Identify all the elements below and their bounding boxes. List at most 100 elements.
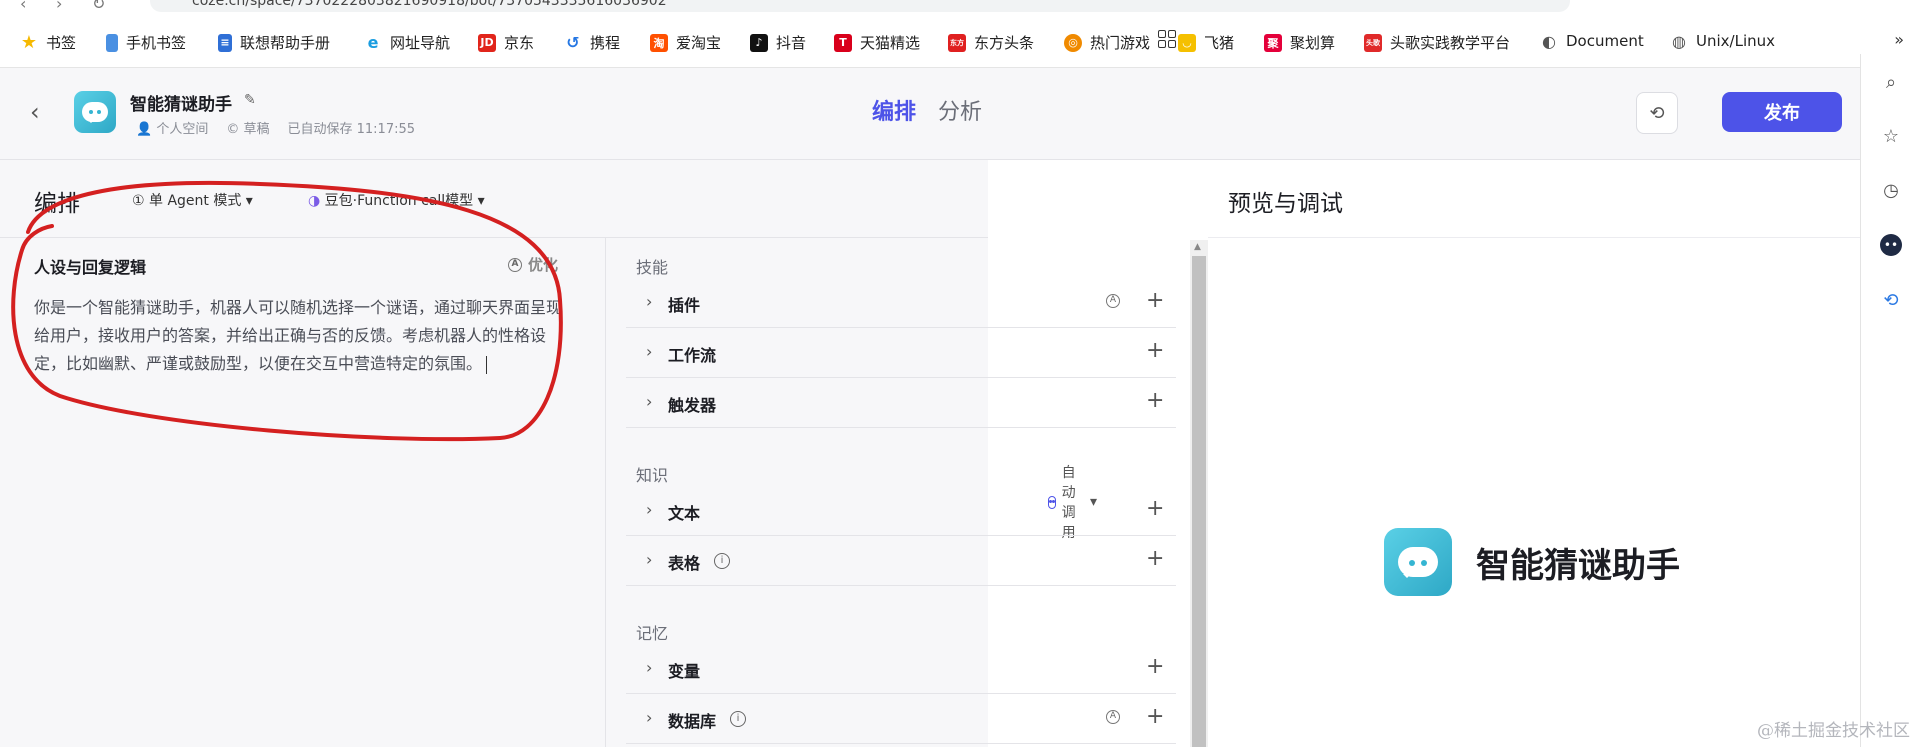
- game-icon: ◎: [1064, 33, 1082, 52]
- bookmark-juhuasuan[interactable]: 聚聚划算: [1264, 32, 1335, 53]
- bookmark-unix[interactable]: ◍ Unix/Linux: [1670, 31, 1775, 51]
- agent-mode-select[interactable]: ① 单 Agent 模式 ▾: [132, 190, 253, 210]
- section-skills: 技能: [636, 258, 669, 277]
- bookmark-games[interactable]: ◎ 热门游戏: [1064, 32, 1150, 53]
- skill-row-variable[interactable]: › 变量 +: [626, 644, 1176, 694]
- preview-pane: 预览与调试 智能猜谜助手: [1208, 160, 1860, 747]
- chevron-right-icon: ›: [646, 658, 653, 677]
- bot-name: 智能猜谜助手: [130, 95, 232, 115]
- globe-icon: ◍: [1672, 31, 1686, 51]
- arrange-pane: 编排 ① 单 Agent 模式 ▾ ◑ 豆包·Function call模型 ▾…: [0, 160, 1176, 747]
- history-clock-icon[interactable]: ◷: [1880, 180, 1902, 202]
- bookmarks-bar: ★ 书签 手机书签 ≡ 联想帮助手册 e 网址导航 JD 京东 ↺ 携程 淘爱淘宝 ♪ 抖音…: [0, 16, 1918, 68]
- preview-bot-avatar: [1384, 528, 1452, 596]
- add-plugin-icon[interactable]: +: [1146, 288, 1164, 313]
- skill-row-table[interactable]: › 表格 i +: [626, 536, 1176, 586]
- tab-arrange[interactable]: 编排: [872, 94, 916, 126]
- add-trigger-icon[interactable]: +: [1146, 388, 1164, 413]
- info-icon[interactable]: i: [730, 711, 746, 727]
- douyin-icon: ♪: [750, 33, 768, 52]
- bookmark-jd[interactable]: JD 京东: [478, 32, 534, 53]
- browser-address-bar[interactable]: ‹ › ↻ coze.cn/space/7370222803821690918/…: [0, 0, 1918, 16]
- add-text-icon[interactable]: +: [1146, 496, 1164, 521]
- ie-icon: e: [367, 33, 379, 52]
- bookmark-fliggy[interactable]: ◡ 飞猪: [1178, 32, 1234, 53]
- juhuasuan-icon: 聚: [1264, 33, 1282, 52]
- tab-analysis[interactable]: 分析: [938, 94, 982, 126]
- edge-icon: ◐: [1542, 31, 1556, 51]
- search-icon[interactable]: ⌕: [1880, 72, 1902, 94]
- preview-title: 预览与调试: [1228, 191, 1343, 217]
- fliggy-icon: ◡: [1178, 33, 1196, 52]
- bot-meta: 👤 个人空间 © 草稿 已自动保存 11:17:55: [136, 118, 415, 137]
- add-database-icon[interactable]: +: [1146, 704, 1164, 729]
- skills-scrollbar[interactable]: ▲: [1190, 240, 1208, 747]
- taobao-icon: 淘: [650, 33, 668, 52]
- add-workflow-icon[interactable]: +: [1146, 338, 1164, 363]
- bookmark-tmall[interactable]: T 天猫精选: [834, 32, 920, 53]
- bookmark-mobile[interactable]: 手机书签: [106, 32, 186, 53]
- version-history-button[interactable]: ⟲: [1636, 92, 1678, 134]
- bookmark-touge[interactable]: 头歌 头歌实践教学平台: [1364, 32, 1510, 53]
- skill-row-workflow[interactable]: › 工作流 +: [626, 328, 1176, 378]
- section-knowledge: 知识: [636, 466, 669, 485]
- back-icon[interactable]: ‹: [30, 98, 40, 126]
- chevron-right-icon: ›: [646, 500, 653, 519]
- bookmark-shuqian[interactable]: ★ 书签: [20, 32, 76, 53]
- skill-row-database[interactable]: › 数据库 i A +: [626, 694, 1176, 744]
- browser-side-rail: ⌕ ☆ ◷ •• ⟲: [1860, 54, 1918, 747]
- mode-tabs: 编排 分析: [872, 94, 982, 126]
- ai-optimize-icon: A: [508, 257, 522, 272]
- bookmark-dftt[interactable]: 东方 东方头条: [948, 32, 1034, 53]
- url-field[interactable]: coze.cn/space/7370222803821690918/bot/73…: [150, 0, 1570, 12]
- persona-panel: 人设与回复逻辑 A 优化 你是一个智能猜谜助手，机器人可以随机选择一个谜语，通过聊…: [0, 238, 606, 747]
- doc-icon: ≡: [218, 33, 232, 52]
- browser-back-icon[interactable]: ‹: [20, 0, 26, 13]
- chat-bubble-icon: [82, 102, 108, 123]
- star-icon: ★: [20, 32, 38, 53]
- doubao-model-icon: ◑: [308, 193, 321, 209]
- bot-avatar: [74, 91, 116, 133]
- preview-bot-card: 智能猜谜助手: [1384, 528, 1680, 596]
- scroll-up-arrow-icon[interactable]: ▲: [1194, 242, 1201, 252]
- skill-row-trigger[interactable]: › 触发器 +: [626, 378, 1176, 428]
- draft-status: © 草稿: [226, 122, 270, 137]
- layout-grid-icon[interactable]: [1158, 30, 1176, 48]
- bookmark-ctrip[interactable]: ↺ 携程: [564, 32, 620, 53]
- auto-icon[interactable]: A: [1106, 294, 1120, 308]
- workspace-label: 👤 个人空间: [136, 122, 209, 137]
- auto-icon[interactable]: A: [1106, 710, 1120, 724]
- dftt-icon: 东方: [948, 33, 966, 52]
- bookmark-taobao[interactable]: 淘爱淘宝: [650, 32, 721, 53]
- section-memory: 记忆: [636, 624, 669, 643]
- edit-icon[interactable]: ✎: [244, 92, 256, 108]
- favorite-star-icon[interactable]: ☆: [1880, 126, 1902, 148]
- chat-bubble-icon: [1398, 547, 1438, 578]
- browser-reload-icon[interactable]: ↻: [92, 0, 105, 13]
- add-table-icon[interactable]: +: [1146, 546, 1164, 571]
- chevron-right-icon: ›: [646, 708, 653, 727]
- scrollbar-thumb[interactable]: [1192, 256, 1206, 747]
- bookmark-douyin[interactable]: ♪ 抖音: [750, 32, 806, 53]
- bookmark-document[interactable]: ◐ Document: [1540, 31, 1644, 51]
- text-caret: [486, 355, 488, 374]
- ctrip-icon: ↺: [566, 33, 580, 52]
- skill-row-plugin[interactable]: › 插件 A +: [626, 278, 1176, 328]
- bookmark-nav[interactable]: e 网址导航: [364, 32, 450, 53]
- skill-row-text[interactable]: › 文本 +: [626, 486, 1176, 536]
- autosave-status: 已自动保存 11:17:55: [287, 122, 416, 137]
- bookmark-lenovo[interactable]: ≡ 联想帮助手册: [218, 32, 330, 53]
- info-icon[interactable]: i: [714, 553, 730, 569]
- preview-bot-name: 智能猜谜助手: [1476, 545, 1680, 586]
- translate-icon[interactable]: ⟲: [1880, 290, 1902, 312]
- publish-button[interactable]: 发布: [1722, 92, 1842, 132]
- assistant-robot-icon[interactable]: ••: [1880, 234, 1902, 256]
- watermark: @稀土掘金技术社区: [1757, 721, 1910, 741]
- model-select[interactable]: ◑ 豆包·Function call模型 ▾: [308, 190, 485, 210]
- bookmarks-more-icon[interactable]: »: [1894, 30, 1904, 49]
- arrange-toolbar: 编排 ① 单 Agent 模式 ▾ ◑ 豆包·Function call模型 ▾: [0, 160, 988, 238]
- add-variable-icon[interactable]: +: [1146, 654, 1164, 679]
- optimize-button[interactable]: A 优化: [508, 254, 558, 275]
- persona-prompt-editor[interactable]: 你是一个智能猜谜助手，机器人可以随机选择一个谜语，通过聊天界面呈现给用户，接收用…: [34, 294, 562, 378]
- browser-forward-icon[interactable]: ›: [56, 0, 62, 13]
